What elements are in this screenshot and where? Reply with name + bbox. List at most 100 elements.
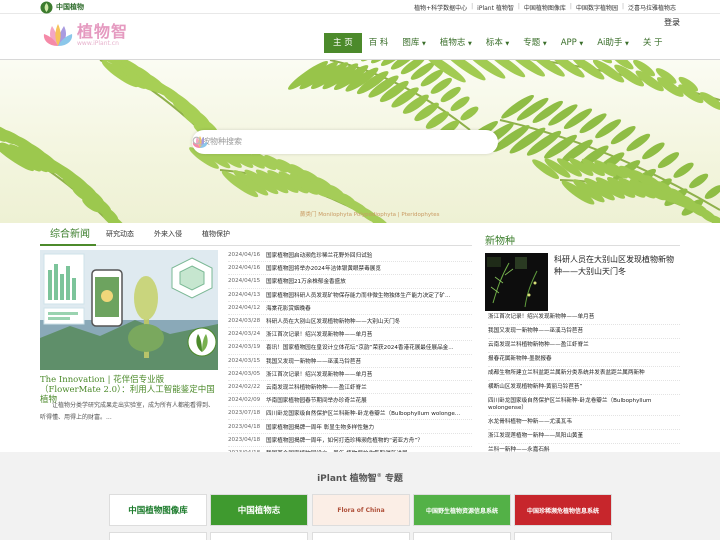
news-item[interactable]: 2024/04/16 国家植物园启动濒危珍稀兰花野外回归试验 — [228, 249, 472, 263]
new-species-item[interactable]: 四川卧龙国家级自然保护区兰科新种-卧龙卷瓣兰（Bulbophyllum wolo… — [488, 395, 680, 416]
asparagus-specimen-image — [485, 253, 548, 311]
topic-tile-row2-0[interactable] — [109, 532, 207, 540]
news-title-link[interactable]: 科研人员在大别山区发现植物新物种——大别山天门冬 — [266, 317, 400, 325]
news-title-link[interactable]: 云南发现兰科植物新物种——盈江虾脊兰 — [266, 383, 367, 391]
topic-tile-label: 中国珍稀濒危植物信息系统 — [526, 507, 599, 515]
nav-item-8[interactable]: 关 于 — [636, 33, 670, 53]
news-title-link[interactable]: 华南国家植物园春节期间举办珍奇兰花展 — [266, 396, 367, 404]
new-species-item[interactable]: 浙江发现莲植物一新种——凤阳山黄堇 — [488, 430, 680, 444]
new-species-feature-title[interactable]: 科研人员在大别山区发现植物新物种——大别山天门冬 — [554, 254, 680, 278]
new-species-heading[interactable]: 新物种 — [485, 232, 515, 247]
new-species-image[interactable] — [485, 253, 548, 311]
news-item[interactable]: 2024/03/24 浙江首次记录！绍兴发现新物种——单月苔 — [228, 328, 472, 342]
nav-item-5[interactable]: 专题 ▼ — [516, 33, 553, 53]
news-item[interactable]: 2024/02/09 华南国家植物园春节期间举办珍奇兰花展 — [228, 394, 472, 408]
news-date: 2023/04/18 — [228, 423, 261, 430]
chevron-down-icon: ▼ — [466, 41, 472, 47]
news-title-link[interactable]: 国家植物园科研人员发现矿物保存能力而非微生物独体生产能力决定了矿... — [266, 291, 450, 299]
topic-tile-0[interactable]: 中国植物图像库 — [109, 494, 207, 526]
logo-url: www.iPlant.cn — [77, 40, 119, 47]
news-date: 2023/07/18 — [228, 410, 261, 417]
news-date: 2024/04/12 — [228, 304, 261, 311]
news-item[interactable]: 2023/04/18 国家植物园揭牌一周年，如何打造珍稀濒危植物的“诺亚方舟”？ — [228, 434, 472, 447]
species-search-box[interactable]: 按物种搜索 — [192, 130, 498, 154]
top-link-digital-garden[interactable]: 中国数字植物园 — [572, 3, 622, 12]
nav-item-label: 植物志 — [439, 38, 466, 48]
new-species-item[interactable]: 报春花属新物种-墨脱报春 — [488, 353, 680, 367]
news-title-link[interactable]: 浙江首次记录！绍兴发现新物种——单月苔 — [266, 330, 372, 338]
news-item[interactable]: 2024/04/13 国家植物园科研人员发现矿物保存能力而非微生物独体生产能力决定… — [228, 289, 472, 302]
news-title-link[interactable]: 浙江首次记录！绍兴发现新物种——单月苔 — [266, 370, 372, 378]
chevron-down-icon: ▼ — [577, 41, 584, 47]
news-title-link[interactable]: 国家植物园揭牌一周年，如何打造珍稀濒危植物的“诺亚方舟”？ — [266, 436, 423, 444]
news-title-link[interactable]: 国家植物园揭牌一周年 彰显生物多样性魅力 — [266, 423, 374, 431]
nav-item-6[interactable]: APP ▼ — [554, 33, 591, 53]
nav-item-7[interactable]: Ai助手 ▼ — [590, 33, 636, 53]
nav-item-label: 标本 — [485, 38, 503, 48]
tab-general-news[interactable]: 综合新闻 — [40, 225, 96, 246]
news-item[interactable]: 2023/07/18 四川卧龙国家级自然保护区兰科新种-卧龙卷瓣兰（Bulboph… — [228, 407, 472, 421]
chevron-down-icon: ▼ — [420, 41, 426, 47]
topic-tile-3[interactable]: 中国野生植物资源信息系统 — [413, 494, 511, 526]
new-species-item[interactable]: 我国又发现一新物种——巫溪马铃苣苔 — [488, 325, 680, 339]
tab-protection[interactable]: 植物保护 — [192, 229, 240, 245]
login-link[interactable]: 登录 — [664, 17, 680, 28]
site-logo[interactable]: 植物智 www.iPlant.cn — [42, 20, 128, 50]
tab-research[interactable]: 研究动态 — [96, 229, 144, 245]
top-utility-bar: 中国植物 植物+科学数据中心 | iPlant 植物智 | 中国植物图像库 | 中国数… — [0, 0, 720, 14]
topic-tile-row2-3[interactable] — [413, 532, 511, 540]
news-item[interactable]: 2024/03/19 喜讯！国家植物园在皇设计立体花坛“京韵”荣获2024香港花展… — [228, 341, 472, 355]
news-item[interactable]: 2024/03/05 浙江首次记录！绍兴发现新物种——单月苔 — [228, 368, 472, 381]
news-item[interactable]: 2024/02/22 云南发现兰科植物新物种——盈江虾脊兰 — [228, 381, 472, 395]
news-date: 2024/03/05 — [228, 370, 261, 377]
new-species-item[interactable]: 浙江首次记录！绍兴发现新物种——单月苔 — [488, 311, 680, 325]
plant-logo-icon — [40, 1, 53, 13]
feature-news-summary: 让植物分类学研究成果走出实验室，成为所有人都能看得到、听得懂、用得上的财富。..… — [40, 402, 215, 421]
nav-item-2[interactable]: 图库 ▼ — [395, 33, 432, 53]
news-item[interactable]: 2024/04/15 国家植物园21万余株郁金香盛放 — [228, 275, 472, 289]
news-item[interactable]: 2024/04/12 海棠花影赏姻晚春 — [228, 302, 472, 315]
nav-item-4[interactable]: 标本 ▼ — [479, 33, 516, 53]
nav-item-1[interactable]: 百 科 — [362, 33, 396, 53]
new-species-item[interactable]: 云南发现兰科植物新物种——盈江虾脊兰 — [488, 339, 680, 353]
news-item[interactable]: 2023/04/18 国家植物园揭牌一周年 彰显生物多样性魅力 — [228, 420, 472, 434]
new-species-item[interactable]: 横断山区发现植物新种-黄丽马铃苣苔” — [488, 381, 680, 395]
topics-section: iPlant 植物智® 专题 中国植物图像库 中国植物志 Flora of Chin… — [0, 452, 720, 540]
news-tabs: 综合新闻 研究动态 外来入侵 植物保护 — [40, 224, 472, 246]
nav-item-3[interactable]: 植物志 ▼ — [433, 33, 479, 53]
news-title-link[interactable]: 四川卧龙国家级自然保护区兰科新种-卧龙卷瓣兰（Bulbophyllum wolo… — [266, 409, 460, 417]
top-link-data-center[interactable]: 植物+科学数据中心 — [410, 3, 471, 12]
news-item[interactable]: 2024/03/15 我国又发现一新物种——巫溪马铃苣苔 — [228, 355, 472, 368]
top-link-image-library[interactable]: 中国植物图像库 — [520, 3, 570, 12]
topic-tile-row2-4[interactable] — [514, 532, 612, 540]
news-item[interactable]: 2024/04/16 国家植物园将举办2024年洁体银黄眼禁毒展览 — [228, 262, 472, 276]
topic-tile-2[interactable]: Flora of China — [312, 494, 410, 526]
news-title-link[interactable]: 国家植物园21万余株郁金香盛放 — [266, 277, 346, 285]
nav-item-0[interactable]: 主 页 — [324, 33, 362, 53]
new-species-item[interactable]: 成都生物所建立兰科盆距兰属新分类系统并发表盆距兰属两新种 — [488, 367, 680, 381]
topic-tile-row2-2[interactable] — [312, 532, 410, 540]
top-link-himalaya-flora[interactable]: 泛喜马拉雅植物志 — [624, 3, 680, 12]
news-title-link[interactable]: 海棠花影赏姻晚春 — [266, 304, 311, 312]
brand-link[interactable]: 中国植物 — [40, 0, 84, 14]
topic-tile-4[interactable]: 中国珍稀濒危植物信息系统 — [514, 494, 612, 526]
tab-invasive[interactable]: 外来入侵 — [144, 229, 192, 245]
topic-tile-1[interactable]: 中国植物志 — [210, 494, 308, 526]
news-date: 2024/02/22 — [228, 383, 261, 390]
search-icon[interactable] — [192, 136, 203, 147]
news-item[interactable]: 2024/03/28 科研人员在大别山区发现植物新物种——大别山天门冬 — [228, 315, 472, 329]
top-link-iplant[interactable]: iPlant 植物智 — [473, 3, 518, 12]
top-links: 植物+科学数据中心 | iPlant 植物智 | 中国植物图像库 | 中国数字植物园 |… — [410, 3, 680, 12]
new-species-item[interactable]: 水龙骨科植物一种新——尤溪瓦韦 — [488, 416, 680, 430]
feature-news-image[interactable] — [40, 250, 218, 370]
topic-tile-row2-1[interactable] — [210, 532, 308, 540]
news-title-link[interactable]: 喜讯！国家植物园在皇设计立体花坛“京韵”荣获2024香港花展最佳展品金... — [266, 343, 454, 351]
topic-tile-label: Flora of China — [337, 506, 385, 514]
nav-item-label: 百 科 — [368, 38, 389, 48]
news-title-link[interactable]: 国家植物园启动濒危珍稀兰花野外回归试验 — [266, 251, 372, 259]
news-title-link[interactable]: 我国又发现一新物种——巫溪马铃苣苔 — [266, 357, 361, 365]
search-input[interactable]: 按物种搜索 — [202, 136, 242, 147]
news-title-link[interactable]: 国家植物园将举办2024年洁体银黄眼禁毒展览 — [266, 264, 381, 272]
main-nav: 主 页百 科图库 ▼ 植物志 ▼ 标本 ▼ 专题 ▼ APP ▼ Ai助手 ▼ 关 于 — [324, 33, 670, 53]
news-date: 2024/03/19 — [228, 344, 261, 351]
